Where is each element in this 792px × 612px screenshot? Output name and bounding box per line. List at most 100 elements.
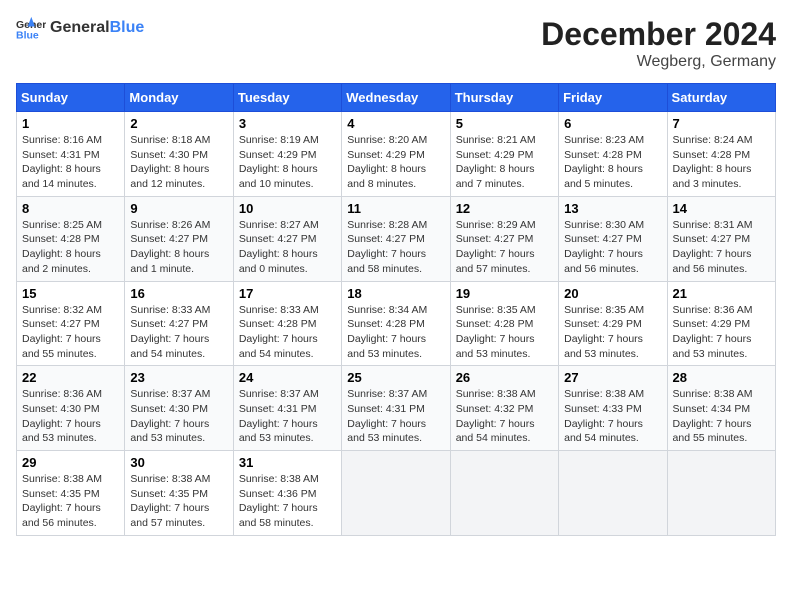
day-info: Sunrise: 8:30 AMSunset: 4:27 PMDaylight:… <box>564 218 661 277</box>
day-number: 2 <box>130 116 227 131</box>
day-number: 12 <box>456 201 553 216</box>
day-number: 11 <box>347 201 444 216</box>
title-area: December 2024 Wegberg, Germany <box>541 16 776 71</box>
calendar: Sunday Monday Tuesday Wednesday Thursday… <box>16 83 776 536</box>
day-info: Sunrise: 8:24 AMSunset: 4:28 PMDaylight:… <box>673 133 770 192</box>
calendar-week-row: 22 Sunrise: 8:36 AMSunset: 4:30 PMDayligh… <box>17 366 776 451</box>
day-number: 9 <box>130 201 227 216</box>
day-number: 27 <box>564 370 661 385</box>
calendar-cell: 26 Sunrise: 8:38 AMSunset: 4:32 PMDayligh… <box>450 366 558 451</box>
calendar-cell: 15 Sunrise: 8:32 AMSunset: 4:27 PMDayligh… <box>17 281 125 366</box>
day-info: Sunrise: 8:33 AMSunset: 4:28 PMDaylight:… <box>239 303 336 362</box>
calendar-cell: 3 Sunrise: 8:19 AMSunset: 4:29 PMDaylight… <box>233 112 341 197</box>
logo-general: General <box>50 19 110 36</box>
day-number: 20 <box>564 286 661 301</box>
header-monday: Monday <box>125 84 233 112</box>
day-number: 19 <box>456 286 553 301</box>
day-info: Sunrise: 8:20 AMSunset: 4:29 PMDaylight:… <box>347 133 444 192</box>
header-sunday: Sunday <box>17 84 125 112</box>
day-number: 18 <box>347 286 444 301</box>
calendar-cell: 11 Sunrise: 8:28 AMSunset: 4:27 PMDayligh… <box>342 196 450 281</box>
day-number: 26 <box>456 370 553 385</box>
calendar-header-row: Sunday Monday Tuesday Wednesday Thursday… <box>17 84 776 112</box>
calendar-cell: 21 Sunrise: 8:36 AMSunset: 4:29 PMDayligh… <box>667 281 775 366</box>
calendar-week-row: 15 Sunrise: 8:32 AMSunset: 4:27 PMDayligh… <box>17 281 776 366</box>
day-number: 13 <box>564 201 661 216</box>
day-number: 4 <box>347 116 444 131</box>
calendar-cell: 24Sunrise: 8:37 AMSunset: 4:31 PMDayligh… <box>233 366 341 451</box>
day-number: 22 <box>22 370 119 385</box>
header-tuesday: Tuesday <box>233 84 341 112</box>
day-info: Sunrise: 8:36 AMSunset: 4:29 PMDaylight:… <box>673 303 770 362</box>
calendar-cell: 2 Sunrise: 8:18 AMSunset: 4:30 PMDaylight… <box>125 112 233 197</box>
day-info: Sunrise: 8:36 AMSunset: 4:30 PMDaylight:… <box>22 387 119 446</box>
calendar-cell: 16Sunrise: 8:33 AMSunset: 4:27 PMDayligh… <box>125 281 233 366</box>
calendar-cell: 25 Sunrise: 8:37 AMSunset: 4:31 PMDayligh… <box>342 366 450 451</box>
calendar-cell: 18 Sunrise: 8:34 AMSunset: 4:28 PMDayligh… <box>342 281 450 366</box>
day-number: 3 <box>239 116 336 131</box>
calendar-week-row: 1 Sunrise: 8:16 AMSunset: 4:31 PMDaylight… <box>17 112 776 197</box>
calendar-cell: 5Sunrise: 8:21 AMSunset: 4:29 PMDaylight… <box>450 112 558 197</box>
day-number: 15 <box>22 286 119 301</box>
logo-icon: General Blue <box>16 16 46 40</box>
calendar-cell: 4 Sunrise: 8:20 AMSunset: 4:29 PMDaylight… <box>342 112 450 197</box>
day-info: Sunrise: 8:26 AMSunset: 4:27 PMDaylight:… <box>130 218 227 277</box>
day-info: Sunrise: 8:28 AMSunset: 4:27 PMDaylight:… <box>347 218 444 277</box>
calendar-cell: 7 Sunrise: 8:24 AMSunset: 4:28 PMDaylight… <box>667 112 775 197</box>
day-info: Sunrise: 8:38 AMSunset: 4:36 PMDaylight:… <box>239 472 336 531</box>
day-info: Sunrise: 8:38 AMSunset: 4:34 PMDaylight:… <box>673 387 770 446</box>
day-info: Sunrise: 8:29 AMSunset: 4:27 PMDaylight:… <box>456 218 553 277</box>
day-number: 17 <box>239 286 336 301</box>
logo: General Blue GeneralBlue <box>16 16 144 40</box>
calendar-cell <box>342 451 450 536</box>
calendar-cell: 28 Sunrise: 8:38 AMSunset: 4:34 PMDayligh… <box>667 366 775 451</box>
calendar-cell: 14 Sunrise: 8:31 AMSunset: 4:27 PMDayligh… <box>667 196 775 281</box>
logo-blue: Blue <box>110 19 145 36</box>
calendar-cell: 12 Sunrise: 8:29 AMSunset: 4:27 PMDayligh… <box>450 196 558 281</box>
day-info: Sunrise: 8:16 AMSunset: 4:31 PMDaylight:… <box>22 133 119 192</box>
day-number: 14 <box>673 201 770 216</box>
day-info: Sunrise: 8:18 AMSunset: 4:30 PMDaylight:… <box>130 133 227 192</box>
header-friday: Friday <box>559 84 667 112</box>
day-info: Sunrise: 8:32 AMSunset: 4:27 PMDaylight:… <box>22 303 119 362</box>
day-info: Sunrise: 8:38 AMSunset: 4:33 PMDaylight:… <box>564 387 661 446</box>
calendar-cell <box>450 451 558 536</box>
day-number: 21 <box>673 286 770 301</box>
calendar-cell: 29 Sunrise: 8:38 AMSunset: 4:35 PMDayligh… <box>17 451 125 536</box>
page-subtitle: Wegberg, Germany <box>541 53 776 71</box>
day-info: Sunrise: 8:35 AMSunset: 4:28 PMDaylight:… <box>456 303 553 362</box>
calendar-cell: 19 Sunrise: 8:35 AMSunset: 4:28 PMDayligh… <box>450 281 558 366</box>
calendar-cell: 10 Sunrise: 8:27 AMSunset: 4:27 PMDayligh… <box>233 196 341 281</box>
day-number: 10 <box>239 201 336 216</box>
day-number: 1 <box>22 116 119 131</box>
header-thursday: Thursday <box>450 84 558 112</box>
day-info: Sunrise: 8:25 AMSunset: 4:28 PMDaylight:… <box>22 218 119 277</box>
day-info: Sunrise: 8:34 AMSunset: 4:28 PMDaylight:… <box>347 303 444 362</box>
day-info: Sunrise: 8:38 AMSunset: 4:32 PMDaylight:… <box>456 387 553 446</box>
day-info: Sunrise: 8:33 AMSunset: 4:27 PMDaylight:… <box>130 303 227 362</box>
day-info: Sunrise: 8:35 AMSunset: 4:29 PMDaylight:… <box>564 303 661 362</box>
day-info: Sunrise: 8:38 AMSunset: 4:35 PMDaylight:… <box>22 472 119 531</box>
day-number: 6 <box>564 116 661 131</box>
calendar-cell: 22 Sunrise: 8:36 AMSunset: 4:30 PMDayligh… <box>17 366 125 451</box>
calendar-cell: 23Sunrise: 8:37 AMSunset: 4:30 PMDayligh… <box>125 366 233 451</box>
day-number: 23 <box>130 370 227 385</box>
calendar-cell: 9 Sunrise: 8:26 AMSunset: 4:27 PMDaylight… <box>125 196 233 281</box>
day-info: Sunrise: 8:37 AMSunset: 4:31 PMDaylight:… <box>347 387 444 446</box>
day-number: 7 <box>673 116 770 131</box>
day-number: 29 <box>22 455 119 470</box>
day-number: 28 <box>673 370 770 385</box>
header: General Blue GeneralBlue December 2024 W… <box>16 16 776 71</box>
calendar-cell: 31Sunrise: 8:38 AMSunset: 4:36 PMDayligh… <box>233 451 341 536</box>
day-info: Sunrise: 8:19 AMSunset: 4:29 PMDaylight:… <box>239 133 336 192</box>
calendar-cell: 20 Sunrise: 8:35 AMSunset: 4:29 PMDayligh… <box>559 281 667 366</box>
calendar-cell: 6Sunrise: 8:23 AMSunset: 4:28 PMDaylight… <box>559 112 667 197</box>
day-info: Sunrise: 8:37 AMSunset: 4:31 PMDaylight:… <box>239 387 336 446</box>
day-info: Sunrise: 8:31 AMSunset: 4:27 PMDaylight:… <box>673 218 770 277</box>
day-info: Sunrise: 8:27 AMSunset: 4:27 PMDaylight:… <box>239 218 336 277</box>
day-info: Sunrise: 8:38 AMSunset: 4:35 PMDaylight:… <box>130 472 227 531</box>
calendar-week-row: 8Sunrise: 8:25 AMSunset: 4:28 PMDaylight… <box>17 196 776 281</box>
day-number: 25 <box>347 370 444 385</box>
header-wednesday: Wednesday <box>342 84 450 112</box>
day-info: Sunrise: 8:21 AMSunset: 4:29 PMDaylight:… <box>456 133 553 192</box>
